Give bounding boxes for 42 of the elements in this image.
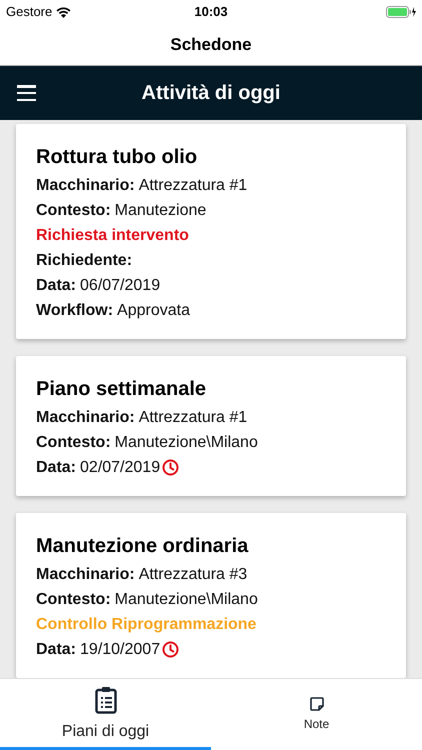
field-label: Macchinario: [36, 408, 135, 428]
card-title: Piano settimanale [36, 377, 208, 402]
card-title: Rottura tubo olio [36, 145, 198, 170]
carrier-label: Gestore [6, 3, 52, 22]
tab-button[interactable]: Note [211, 679, 422, 750]
field-value: 02/07/2019 [80, 458, 160, 478]
battery-icon [386, 6, 416, 18]
field-value: Attrezzatura #1 [138, 176, 248, 196]
field-value: Manutezione\Milano [114, 590, 258, 610]
nav-title: Schedone [170, 34, 252, 56]
field-value: Manutezione [114, 201, 206, 221]
field-label: Macchinario: [36, 176, 135, 196]
clock-time: 10:03 [194, 3, 228, 22]
field-label: Data: [36, 640, 76, 660]
activity-card[interactable]: Manutezione ordinaria Macchinario: Attrezzatura #3 Contesto: Manutezione\Milano Controllo Riprogrammazione Data: 19/10/2007 [16, 513, 406, 678]
card-title: Manutezione ordinaria [36, 534, 250, 559]
field-value: Approvata [117, 301, 190, 321]
field-value: Attrezzatura #3 [138, 565, 248, 585]
menu-icon[interactable] [17, 85, 36, 101]
clipboard-icon [94, 686, 116, 714]
status-label: Controllo Riprogrammazione [36, 615, 258, 635]
field-value: Manutezione\Milano [114, 433, 258, 453]
toolbar-title: Attività di oggi [142, 81, 280, 106]
field-value: Attrezzatura #1 [138, 408, 248, 428]
field-label: Contesto: [36, 590, 111, 610]
activity-card[interactable]: Rottura tubo olio Macchinario: Attrezzatura #1 Contesto: Manutezione Richiesta intervento Richiedente: Data: 06/07/2019 Workflow: Approvata [16, 124, 406, 339]
clock-icon [162, 459, 180, 476]
wifi-icon [56, 6, 72, 18]
tab-button[interactable]: Piani di oggi [0, 679, 211, 750]
field-label: Richiedente: [36, 251, 132, 271]
field-label: Data: [36, 276, 76, 296]
field-label: Macchinario: [36, 565, 135, 585]
field-value: 19/10/2007 [80, 640, 160, 660]
field-label: Workflow: [36, 301, 114, 321]
activity-card[interactable]: Piano settimanale Macchinario: Attrezzatura #1 Contesto: Manutezione\Milano Data: 02/07/2019 [16, 356, 406, 496]
note-icon [310, 696, 324, 710]
field-label: Data: [36, 458, 76, 478]
status-label: Richiesta intervento [36, 226, 190, 246]
field-value: 06/07/2019 [80, 276, 160, 296]
field-label: Contesto: [36, 433, 111, 453]
field-label: Contesto: [36, 201, 111, 221]
clock-icon [162, 641, 180, 658]
